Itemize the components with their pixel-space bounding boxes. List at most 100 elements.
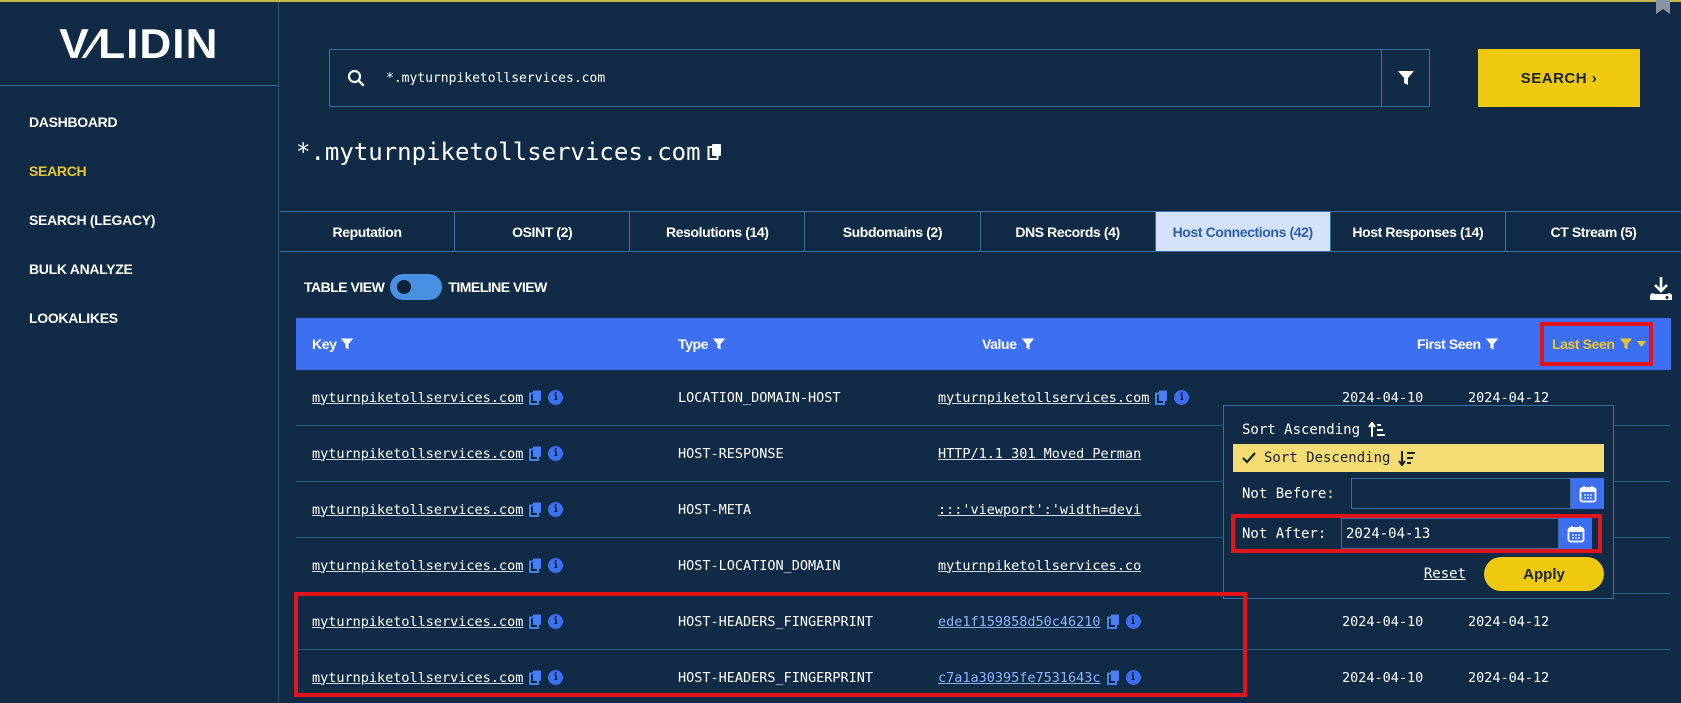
sidebar-nav: DASHBOARD SEARCH SEARCH (LEGACY) BULK AN… [0, 86, 278, 359]
column-header-last-seen[interactable]: Last Seen [1552, 336, 1646, 352]
reset-link[interactable]: Reset [1424, 566, 1466, 582]
value-link[interactable]: c7a1a30395fe7531643c [938, 670, 1101, 686]
value-link[interactable]: myturnpiketollservices.co [938, 558, 1141, 574]
info-icon[interactable]: i [1174, 390, 1190, 405]
tab-resolutions[interactable]: Resolutions (14) [630, 212, 806, 251]
info-icon[interactable]: i [548, 670, 564, 685]
type-cell: HOST-RESPONSE [678, 445, 784, 462]
value-link[interactable]: ede1f159858d50c46210 [938, 614, 1101, 630]
sort-ascending-label: Sort Ascending [1242, 422, 1361, 438]
last-seen-cell: 2024-04-12 [1468, 389, 1550, 406]
tab-host-responses[interactable]: Host Responses (14) [1331, 212, 1506, 251]
value-cell: HTTP/1.1 301 Moved Perman [938, 446, 1141, 462]
value-cell: myturnpiketollservices.com i [938, 390, 1190, 406]
column-header-value[interactable]: Value [982, 336, 1035, 352]
copy-icon[interactable] [1106, 614, 1120, 629]
copy-icon[interactable] [529, 670, 542, 685]
column-header-key[interactable]: Key [312, 336, 354, 352]
toggle-knob [397, 280, 412, 294]
key-link[interactable]: myturnpiketollservices.com [312, 614, 523, 630]
key-cell: myturnpiketollservices.com i [312, 502, 564, 518]
not-after-field: Not After: [1233, 518, 1604, 549]
calendar-icon [1567, 525, 1584, 542]
apply-button[interactable]: Apply [1484, 557, 1604, 591]
key-link[interactable]: myturnpiketollservices.com [312, 558, 523, 574]
info-icon[interactable]: i [548, 446, 564, 461]
not-before-input[interactable] [1351, 478, 1571, 509]
copy-icon[interactable] [529, 558, 542, 573]
view-toggle-switch[interactable] [390, 274, 443, 300]
filter-icon[interactable] [340, 337, 354, 351]
info-icon[interactable]: i [548, 502, 564, 517]
value-cell: ede1f159858d50c46210 i [938, 614, 1141, 630]
table-view-label: TABLE VIEW [304, 279, 385, 295]
info-icon[interactable]: i [1125, 614, 1141, 629]
value-link[interactable]: :::'viewport':'width=devi [938, 502, 1141, 518]
copy-icon[interactable] [529, 614, 542, 629]
logo[interactable]: V⁄LIDIN [0, 2, 278, 86]
search-field[interactable] [330, 50, 1381, 106]
sidebar-item-search[interactable]: SEARCH [0, 163, 278, 212]
key-link[interactable]: myturnpiketollservices.com [312, 670, 523, 686]
info-icon[interactable]: i [1125, 670, 1141, 685]
copy-icon[interactable] [529, 390, 542, 405]
sort-ascending-option[interactable]: Sort Ascending [1233, 416, 1604, 444]
copy-icon[interactable] [1155, 390, 1168, 405]
bookmark-icon[interactable] [1656, 0, 1670, 14]
not-before-calendar-button[interactable] [1571, 478, 1604, 509]
copy-icon[interactable] [529, 446, 542, 461]
column-header-type[interactable]: Type [678, 336, 726, 352]
column-label: Key [312, 336, 337, 352]
last-seen-cell: 2024-04-12 [1468, 669, 1550, 686]
column-label: Value [982, 336, 1017, 352]
table-header: Key Type Value First Seen Last Seen [296, 318, 1671, 370]
tab-host-connections[interactable]: Host Connections (42) [1155, 212, 1331, 251]
key-link[interactable]: myturnpiketollservices.com [312, 390, 523, 406]
copy-icon[interactable] [1106, 670, 1120, 685]
filter-active-icon[interactable] [1619, 337, 1633, 351]
column-header-first-seen[interactable]: First Seen [1417, 336, 1499, 352]
filter-icon[interactable] [712, 337, 726, 351]
tab-reputation[interactable]: Reputation [280, 212, 456, 251]
sidebar-item-search-legacy[interactable]: SEARCH (LEGACY) [0, 212, 278, 261]
key-cell: myturnpiketollservices.com i [312, 446, 564, 462]
not-after-label: Not After: [1242, 525, 1327, 542]
search-input[interactable] [386, 70, 1286, 86]
tab-dns-records[interactable]: DNS Records (4) [981, 212, 1156, 251]
first-seen-cell: 2024-04-10 [1342, 389, 1424, 406]
sort-descending-option[interactable]: Sort Descending [1233, 444, 1604, 472]
key-link[interactable]: myturnpiketollservices.com [312, 446, 523, 462]
copy-icon[interactable] [529, 502, 542, 517]
sort-descending-label: Sort Descending [1264, 450, 1391, 466]
value-link[interactable]: myturnpiketollservices.com [938, 390, 1149, 406]
search-button[interactable]: SEARCH › [1478, 49, 1640, 107]
info-icon[interactable]: i [548, 558, 564, 573]
tab-ct-stream[interactable]: CT Stream (5) [1506, 212, 1681, 251]
not-before-field: Not Before: [1233, 478, 1604, 509]
key-cell: myturnpiketollservices.com i [312, 670, 564, 686]
sidebar-item-lookalikes[interactable]: LOOKALIKES [0, 310, 278, 359]
not-before-label: Not Before: [1242, 485, 1335, 502]
info-icon[interactable]: i [548, 390, 564, 405]
not-after-input[interactable] [1341, 518, 1559, 549]
page-title-text: *.myturnpiketollservices.com [296, 138, 701, 166]
key-link[interactable]: myturnpiketollservices.com [312, 502, 523, 518]
info-icon[interactable]: i [548, 614, 564, 629]
value-link[interactable]: HTTP/1.1 301 Moved Perman [938, 446, 1141, 462]
table-row: myturnpiketollservices.com i HOST-HEADERS_… [296, 594, 1671, 650]
table-row: myturnpiketollservices.com i HOST-HEADERS_… [296, 650, 1671, 703]
sidebar-item-bulk-analyze[interactable]: BULK ANALYZE [0, 261, 278, 310]
page-title: *.myturnpiketollservices.com [296, 138, 723, 166]
view-toggle: TABLE VIEW TIMELINE VIEW [304, 274, 547, 300]
filter-icon[interactable] [1021, 337, 1035, 351]
search-filter-button[interactable] [1381, 50, 1429, 106]
download-icon[interactable] [1649, 276, 1673, 302]
not-after-calendar-button[interactable] [1559, 518, 1592, 549]
last-seen-cell: 2024-04-12 [1468, 613, 1550, 630]
filter-icon[interactable] [1485, 337, 1499, 351]
tab-subdomains[interactable]: Subdomains (2) [805, 212, 981, 251]
copy-icon[interactable] [707, 143, 723, 161]
sidebar-item-dashboard[interactable]: DASHBOARD [0, 114, 278, 163]
column-label: Type [678, 336, 709, 352]
tab-osint[interactable]: OSINT (2) [455, 212, 631, 251]
